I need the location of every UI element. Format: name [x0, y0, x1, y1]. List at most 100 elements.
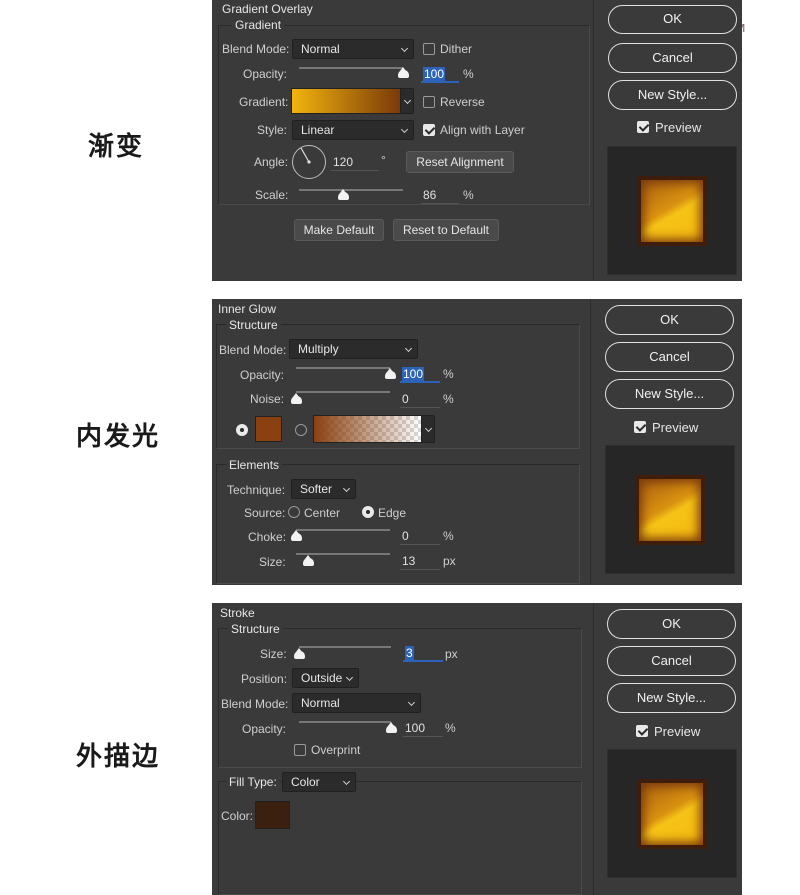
new-style-button[interactable]: New Style... [607, 683, 736, 713]
source-center-label: Center [304, 506, 341, 520]
size-label: Size: [259, 555, 286, 569]
gradient-dropdown[interactable] [400, 88, 414, 114]
opacity-slider-track[interactable] [299, 67, 403, 69]
align-with-layer-checkbox[interactable] [423, 124, 435, 136]
chevron-down-icon [400, 125, 409, 134]
gradient-section-title: Gradient [232, 18, 285, 32]
size-slider-thumb[interactable] [302, 555, 314, 566]
ok-button[interactable]: OK [605, 305, 734, 335]
dither-checkbox[interactable] [423, 43, 435, 55]
preview-checkbox[interactable] [634, 421, 646, 433]
label-stroke: 外描边 [76, 742, 161, 772]
opacity-input[interactable]: 100 [400, 365, 440, 383]
opacity-slider-thumb[interactable] [397, 67, 409, 78]
noise-slider-thumb[interactable] [290, 393, 302, 404]
make-default-button[interactable]: Make Default [294, 219, 384, 241]
position-value: Outside [301, 671, 343, 685]
opacity-unit: % [463, 67, 474, 81]
ok-button[interactable]: OK [607, 609, 736, 639]
opacity-slider-thumb[interactable] [385, 722, 397, 733]
opacity-slider-track[interactable] [299, 721, 391, 723]
opacity-label: Opacity: [243, 67, 288, 81]
opacity-input[interactable]: 100 [421, 65, 459, 83]
preview-square [637, 175, 707, 246]
scale-input[interactable]: 86 [421, 186, 459, 204]
source-edge-radio[interactable] [362, 506, 374, 518]
scale-slider-track[interactable] [299, 189, 403, 191]
size-input[interactable]: 3 [403, 644, 443, 662]
chevron-down-icon [403, 96, 412, 105]
preview-label: Preview [654, 724, 701, 739]
blend-mode-select[interactable]: Normal [292, 693, 421, 713]
fill-type-value: Color [291, 775, 320, 789]
inner-glow-panel: Inner Glow Structure Blend Mode: Multipl… [212, 299, 742, 585]
opacity-slider-track[interactable] [296, 367, 390, 369]
preview-thumbnail [607, 749, 737, 878]
align-with-layer-label: Align with Layer [440, 123, 525, 137]
choke-slider-thumb[interactable] [290, 530, 302, 541]
cancel-button[interactable]: Cancel [605, 342, 734, 372]
opacity-input[interactable]: 100 [403, 719, 443, 737]
preview-thumbnail [607, 146, 737, 275]
reset-alignment-button[interactable]: Reset Alignment [406, 151, 514, 173]
style-select[interactable]: Linear [292, 120, 414, 140]
opacity-slider-thumb[interactable] [384, 368, 396, 379]
technique-label: Technique: [227, 483, 286, 497]
fill-type-select[interactable]: Color [282, 772, 356, 792]
new-style-button[interactable]: New Style... [605, 379, 734, 409]
opacity-label: Opacity: [240, 368, 285, 382]
glow-color-swatch[interactable] [255, 416, 282, 442]
cancel-button[interactable]: Cancel [608, 43, 737, 73]
position-select[interactable]: Outside [292, 668, 359, 688]
angle-dial[interactable] [291, 144, 327, 180]
opacity-unit: % [443, 367, 454, 381]
fill-type-group [218, 781, 582, 895]
angle-unit: ° [381, 153, 386, 167]
gradient-overlay-title: Gradient Overlay [222, 2, 313, 16]
reset-to-default-button[interactable]: Reset to Default [393, 219, 499, 241]
noise-slider-track[interactable] [296, 391, 390, 393]
choke-input[interactable]: 0 [400, 527, 440, 545]
choke-slider-track[interactable] [296, 529, 390, 531]
preview-checkbox[interactable] [636, 725, 648, 737]
glow-gradient-swatch[interactable] [313, 415, 422, 443]
blend-mode-value: Normal [301, 42, 340, 56]
chevron-down-icon [407, 698, 416, 707]
source-center-radio[interactable] [288, 506, 300, 518]
stroke-panel: Stroke Structure Size: 3 px Position: Ou… [212, 603, 742, 895]
dither-label: Dither [440, 42, 473, 56]
cancel-button[interactable]: Cancel [607, 646, 736, 676]
chevron-down-icon [424, 424, 433, 433]
inner-glow-title: Inner Glow [218, 302, 277, 316]
structure-section-title: Structure [228, 622, 283, 636]
blend-mode-select[interactable]: Multiply [289, 339, 418, 359]
glow-gradient-dropdown[interactable] [421, 415, 435, 443]
size-input[interactable]: 13 [400, 552, 440, 570]
noise-input[interactable]: 0 [400, 390, 440, 408]
scale-slider-thumb[interactable] [338, 189, 350, 200]
source-edge-label: Edge [378, 506, 407, 520]
blend-mode-select[interactable]: Normal [292, 39, 414, 59]
gradient-label: Gradient: [239, 95, 289, 109]
reverse-checkbox[interactable] [423, 96, 435, 108]
preview-thumbnail [605, 445, 735, 574]
preview-label: Preview [655, 120, 702, 135]
blend-mode-label: Blend Mode: [222, 42, 290, 56]
size-slider-track[interactable] [299, 646, 391, 648]
overprint-checkbox[interactable] [294, 744, 306, 756]
size-slider-thumb[interactable] [293, 648, 305, 659]
ok-button[interactable]: OK [608, 5, 737, 34]
gradient-radio[interactable] [295, 424, 307, 436]
new-style-button[interactable]: New Style... [608, 80, 737, 110]
stroke-color-swatch[interactable] [255, 801, 290, 829]
technique-select[interactable]: Softer [291, 479, 356, 499]
angle-input[interactable]: 120 [331, 153, 379, 171]
opacity-label: Opacity: [242, 722, 287, 736]
noise-unit: % [443, 392, 454, 406]
style-label: Style: [257, 123, 288, 137]
label-gradient: 渐变 [88, 132, 145, 162]
blend-mode-label: Blend Mode: [219, 343, 287, 357]
gradient-swatch[interactable] [291, 88, 401, 114]
solid-color-radio[interactable] [236, 424, 248, 436]
preview-checkbox[interactable] [637, 121, 649, 133]
